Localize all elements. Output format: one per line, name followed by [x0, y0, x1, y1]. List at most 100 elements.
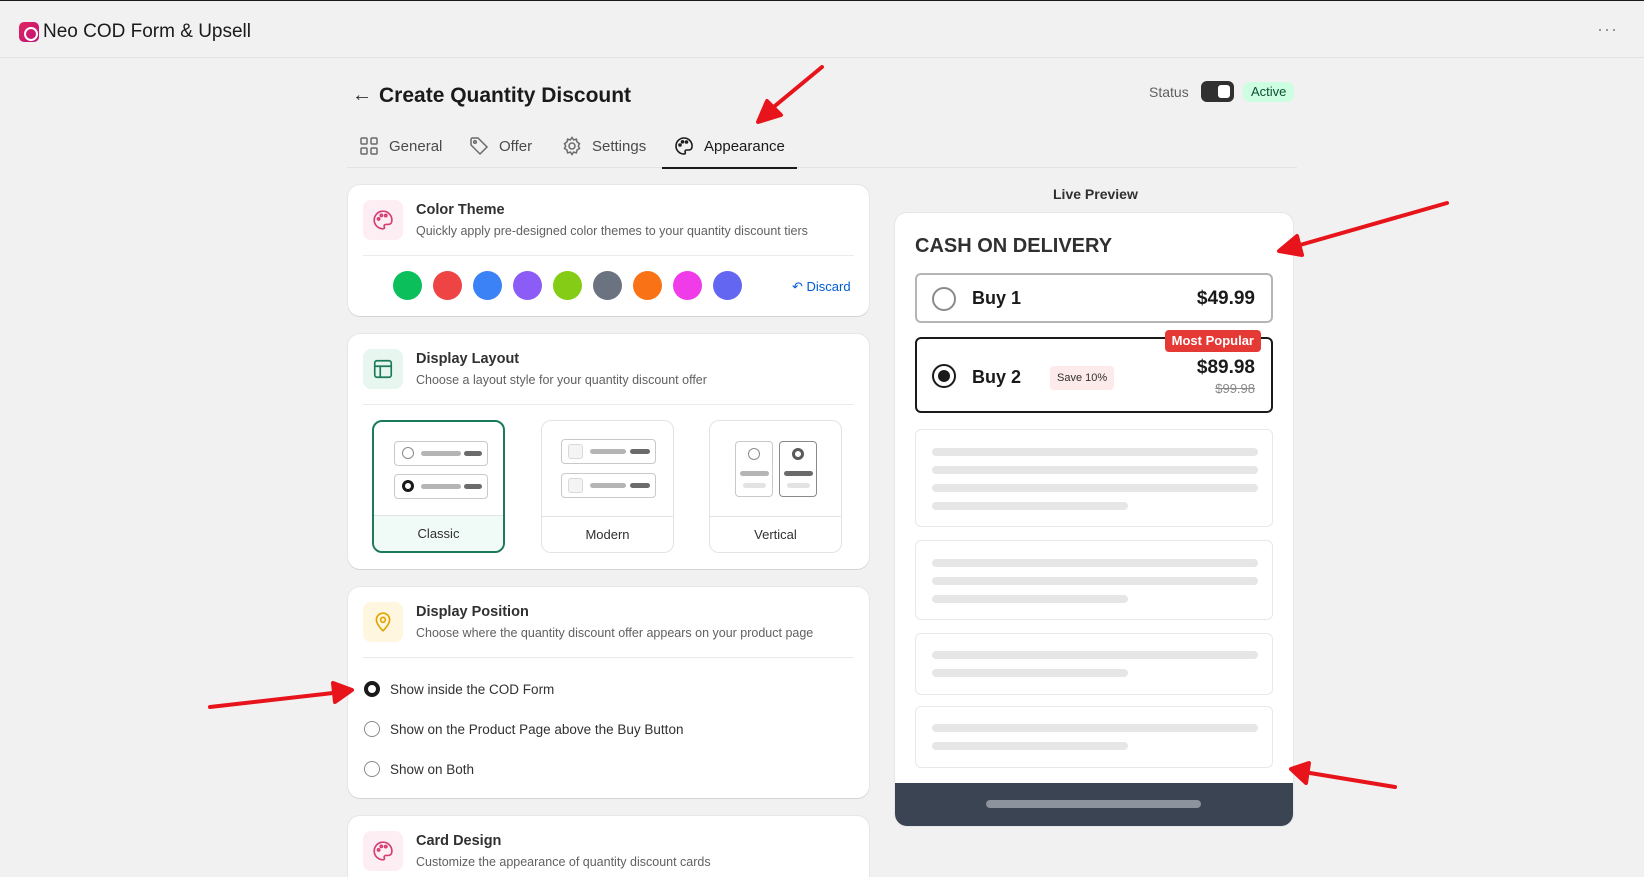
layout-option-label: Vertical — [710, 516, 841, 552]
color-swatch[interactable] — [433, 271, 462, 300]
color-swatch[interactable] — [713, 271, 742, 300]
card-subtitle: Quickly apply pre-designed color themes … — [416, 224, 808, 238]
skeleton-block — [915, 633, 1273, 695]
skeleton-block — [915, 429, 1273, 527]
color-swatch[interactable] — [673, 271, 702, 300]
radio-selected-icon — [402, 480, 414, 492]
gear-icon — [563, 136, 581, 156]
mini-row — [394, 474, 488, 499]
position-option-cod-form[interactable]: Show inside the COD Form — [364, 681, 554, 697]
layout-option-vertical[interactable]: Vertical — [709, 420, 842, 553]
arrowhead — [756, 99, 783, 124]
arrow-preview-bottom — [1308, 771, 1397, 789]
card-subtitle: Customize the appearance of quantity dis… — [416, 855, 711, 869]
mini-row — [561, 473, 656, 498]
color-swatch[interactable] — [553, 271, 582, 300]
divider — [363, 404, 854, 405]
card-title: Display Position — [416, 604, 529, 620]
save-badge: Save 10% — [1050, 366, 1115, 390]
divider — [363, 657, 854, 658]
color-swatch[interactable] — [473, 271, 502, 300]
tab-label: General — [389, 137, 443, 155]
skeleton-block — [915, 706, 1273, 768]
layout-option-label: Modern — [542, 516, 673, 552]
palette-icon — [675, 137, 693, 155]
divider — [363, 255, 854, 256]
compare-price: $99.98 — [1215, 381, 1255, 396]
mini-card — [735, 441, 773, 497]
card-title: Card Design — [416, 833, 502, 849]
location-pin-icon — [363, 602, 403, 642]
position-option-both[interactable]: Show on Both — [364, 761, 474, 777]
tag-icon — [470, 137, 489, 156]
grid-icon — [360, 137, 378, 155]
tab-appearance[interactable]: Appearance — [662, 124, 797, 169]
offer-price: $49.99 — [1196, 288, 1255, 309]
card-subtitle: Choose where the quantity discount offer… — [416, 626, 814, 640]
palette-icon — [363, 200, 403, 240]
card-title: Color Theme — [416, 202, 505, 218]
tab-offer[interactable]: Offer — [469, 124, 532, 168]
radio-icon[interactable] — [364, 761, 380, 777]
more-actions-icon[interactable]: ··· — [1597, 19, 1618, 40]
discard-label: Discard — [806, 279, 851, 294]
tab-label: Appearance — [704, 137, 785, 155]
tab-bar: General Offer Settings Appearance — [347, 124, 1297, 169]
arrow-appearance-tab — [768, 65, 824, 112]
tab-settings[interactable]: Settings — [562, 124, 646, 168]
color-swatch[interactable] — [593, 271, 622, 300]
undo-icon: ↶ — [792, 279, 807, 294]
offer-tier-buy-1[interactable]: Buy 1 $49.99 — [915, 273, 1273, 323]
offer-name: Buy 2 — [972, 367, 1022, 387]
tab-label: Offer — [499, 137, 533, 155]
palette-icon — [363, 831, 403, 871]
color-swatch[interactable] — [633, 271, 662, 300]
live-preview-panel: CASH ON DELIVERY Buy 1 $49.99 Most Popul… — [895, 213, 1293, 826]
most-popular-badge: Most Popular — [1164, 330, 1261, 352]
status-label: Status — [1149, 84, 1189, 100]
tab-label: Settings — [592, 137, 647, 155]
position-option-product-page[interactable]: Show on the Product Page above the Buy B… — [364, 721, 683, 737]
status-toggle[interactable] — [1201, 81, 1234, 102]
radio-icon — [402, 447, 414, 459]
live-preview-title: Live Preview — [1053, 186, 1138, 202]
radio-icon — [748, 448, 760, 460]
arrow-preview-top — [1298, 201, 1449, 247]
back-arrow-icon[interactable]: ← — [352, 84, 372, 107]
discard-button[interactable]: ↶ Discard — [792, 279, 851, 295]
mini-row — [561, 439, 656, 464]
card-design-card: Card Design Customize the appearance of … — [348, 816, 869, 877]
app-logo-icon — [19, 22, 39, 42]
arrow-position-option — [208, 691, 335, 709]
position-option-label: Show inside the COD Form — [390, 681, 555, 697]
offer-name: Buy 1 — [972, 288, 1022, 308]
layout-option-classic[interactable]: Classic — [372, 420, 505, 553]
layout-option-modern[interactable]: Modern — [541, 420, 674, 553]
radio-selected-icon — [932, 364, 956, 388]
page-title: Create Quantity Discount — [379, 84, 632, 107]
offer-tier-buy-2[interactable]: Most Popular Buy 2 Save 10% $89.98 $99.9… — [915, 330, 1273, 413]
mini-row — [394, 441, 488, 466]
arrowhead — [1289, 761, 1311, 785]
radio-icon — [932, 287, 956, 311]
position-option-label: Show on Both — [390, 761, 475, 777]
color-swatch[interactable] — [513, 271, 542, 300]
preview-submit-button — [895, 783, 1293, 826]
radio-icon[interactable] — [364, 721, 380, 737]
offer-price: $89.98 — [1196, 357, 1255, 378]
skeleton-block — [915, 540, 1273, 620]
layout-option-label: Classic — [374, 515, 503, 551]
radio-selected-icon — [792, 448, 804, 460]
layout-icon — [363, 349, 403, 389]
tab-general[interactable]: General — [359, 124, 442, 168]
preview-heading: CASH ON DELIVERY — [915, 235, 1113, 257]
position-option-label: Show on the Product Page above the Buy B… — [390, 721, 684, 737]
status-badge: Active — [1243, 82, 1295, 102]
radio-selected-icon[interactable] — [364, 681, 380, 697]
card-title: Display Layout — [416, 351, 520, 367]
app-title: Neo COD Form & Upsell — [43, 21, 251, 42]
color-swatch[interactable] — [393, 271, 422, 300]
skeleton-line — [986, 800, 1201, 808]
card-subtitle: Choose a layout style for your quantity … — [416, 373, 707, 387]
app-bar: Neo COD Form & Upsell ··· — [0, 0, 1644, 58]
